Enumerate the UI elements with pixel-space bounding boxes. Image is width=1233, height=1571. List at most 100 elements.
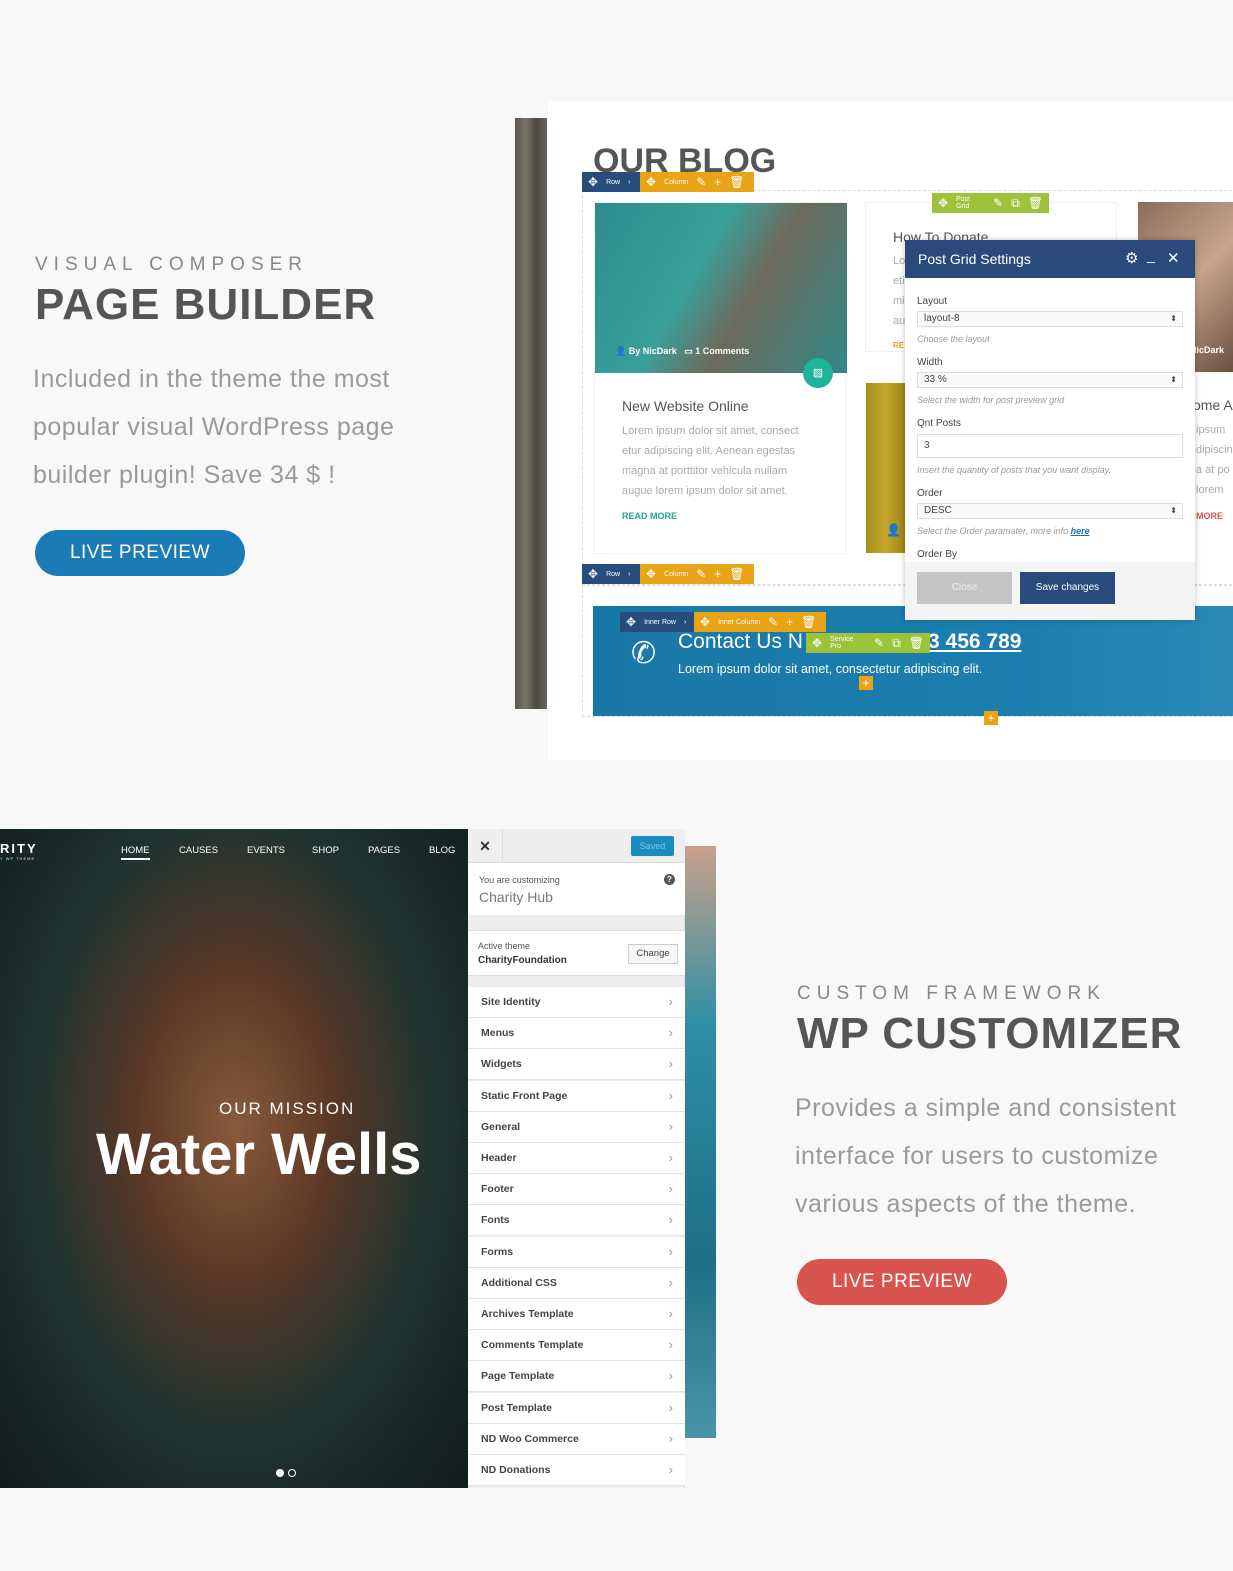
order-by-label: Order By: [917, 549, 958, 560]
service-pro-toolbar[interactable]: ✥ Service Pro ✎ ⧉ 🗑: [806, 633, 930, 653]
customizer-menu-item[interactable]: General ›: [468, 1111, 685, 1143]
add-icon[interactable]: +: [714, 567, 721, 581]
inner-row-toolbar[interactable]: ✥ Inner Row ›: [620, 612, 696, 632]
read-more-link[interactable]: MORE: [1196, 511, 1223, 521]
customizer-menu-item[interactable]: Post Template ›: [468, 1392, 685, 1424]
column-toolbar[interactable]: ✥ Column ✎ + 🗑: [640, 564, 754, 584]
menu-item-label: Fonts: [481, 1214, 510, 1227]
live-preview-button-customizer[interactable]: LIVE PREVIEW: [797, 1259, 1007, 1305]
menu-item-label: Static Front Page: [481, 1089, 568, 1102]
card-title: ome A: [1193, 397, 1233, 413]
chevron-right-icon: ›: [668, 1212, 673, 1228]
menu-item-label: ND Woo Commerce: [481, 1432, 579, 1445]
change-theme-button[interactable]: Change: [628, 944, 678, 964]
menu-item-label: Page Template: [481, 1370, 555, 1383]
saved-button[interactable]: Saved: [631, 836, 674, 856]
add-icon[interactable]: +: [714, 175, 721, 189]
slider-dot-active[interactable]: [276, 1469, 284, 1477]
qnt-posts-help: Insert the quantity of posts that you wa…: [917, 465, 1111, 475]
customizer-menu-item[interactable]: Widgets ›: [468, 1049, 685, 1081]
row-toolbar[interactable]: ✥ Row ›: [582, 564, 640, 584]
card-comments: 1 Comments: [695, 346, 750, 356]
edit-icon[interactable]: ✎: [696, 567, 706, 581]
section1-description: Included in the theme the most popular v…: [33, 355, 394, 499]
section1-kicker: VISUAL COMPOSER: [35, 254, 309, 275]
customizer-menu-item[interactable]: Menus ›: [468, 1018, 685, 1050]
customizer-menu-item[interactable]: Archives Template ›: [468, 1299, 685, 1330]
nav-causes[interactable]: CAUSES: [179, 845, 218, 856]
move-icon[interactable]: ✥: [646, 175, 656, 189]
modal-header: Post Grid Settings ⚙ _ ✕: [905, 240, 1195, 278]
contact-phone[interactable]: 3 456 789: [928, 630, 1021, 654]
close-icon[interactable]: ✕: [468, 829, 503, 863]
delete-icon[interactable]: 🗑: [1028, 196, 1043, 210]
inner-column-label: Inner Column: [718, 618, 761, 626]
customizer-menu-item[interactable]: Comments Template ›: [468, 1330, 685, 1362]
customizer-menu-item[interactable]: Fonts ›: [468, 1205, 685, 1237]
save-changes-button[interactable]: Save changes: [1020, 572, 1115, 604]
phone-icon: ✆: [631, 637, 657, 670]
add-icon[interactable]: +: [859, 676, 873, 690]
post-grid-toolbar[interactable]: ✥ Post Grid ✎ ⧉ 🗑: [932, 193, 1049, 213]
chevron-right-icon: ›: [668, 1368, 673, 1384]
customizer-menu-item[interactable]: Static Front Page ›: [468, 1080, 685, 1112]
description-line: interface for users to customize: [795, 1142, 1159, 1170]
customizer-menu-item[interactable]: Header ›: [468, 1143, 685, 1174]
delete-icon[interactable]: 🗑: [729, 175, 744, 189]
add-row-icon[interactable]: +: [984, 711, 998, 725]
chevron-right-icon: ›: [668, 994, 673, 1009]
here-link[interactable]: here: [1071, 526, 1090, 536]
row-toolbar[interactable]: ✥ Row ›: [582, 172, 640, 192]
chevron-right-icon: ›: [668, 1118, 673, 1134]
customizer-menu-item[interactable]: Page Template ›: [468, 1361, 685, 1393]
customizer-panel: ✕ Saved You are customizing Charity Hub …: [468, 829, 685, 1488]
width-select[interactable]: 33 % ⬍: [917, 372, 1183, 388]
chevron-right-icon: ›: [668, 1087, 673, 1103]
menu-item-label: Post Template: [481, 1401, 552, 1414]
delete-icon[interactable]: 🗑: [729, 567, 744, 581]
customizer-menu-item[interactable]: ND Woo Commerce ›: [468, 1423, 685, 1455]
slider-dot[interactable]: [288, 1469, 296, 1477]
clone-icon[interactable]: ⧉: [1011, 196, 1020, 211]
row-label: Row: [606, 178, 621, 186]
live-preview-button-page-builder[interactable]: LIVE PREVIEW: [35, 530, 245, 576]
move-icon[interactable]: ✥: [588, 175, 598, 189]
customizer-menu-item[interactable]: Site Identity ›: [468, 987, 685, 1018]
close-button[interactable]: Close: [917, 572, 1012, 604]
wood-strip: [515, 118, 547, 709]
nav-home[interactable]: HOME: [121, 845, 150, 860]
close-icon[interactable]: ✕: [1167, 249, 1180, 267]
edit-icon[interactable]: ✎: [993, 196, 1003, 210]
active-theme-label: Active theme: [478, 941, 531, 951]
column-toolbar[interactable]: ✥ Column ✎ + 🗑: [640, 172, 754, 192]
active-theme-section: Active theme CharityFoundation Change: [468, 930, 685, 976]
read-more-link[interactable]: READ MORE: [622, 511, 677, 521]
section1-title: PAGE BUILDER: [35, 280, 377, 329]
qnt-posts-label: Qnt Posts: [917, 418, 961, 429]
minimize-icon[interactable]: _: [1147, 247, 1155, 263]
qnt-posts-input[interactable]: 3: [917, 434, 1183, 458]
mission-label: OUR MISSION: [219, 1099, 356, 1118]
customizing-label: You are customizing: [479, 875, 560, 885]
chevron-right-icon: ›: [668, 1181, 673, 1197]
image-icon: ▨: [803, 358, 833, 388]
gear-icon[interactable]: ⚙: [1125, 249, 1138, 267]
customizer-menu-item[interactable]: Footer ›: [468, 1174, 685, 1206]
inner-column-toolbar[interactable]: ✥ Inner Column ✎ + 🗑: [694, 612, 826, 632]
help-icon[interactable]: ?: [664, 874, 675, 885]
order-select[interactable]: DESC ⬍: [917, 503, 1183, 519]
customizer-menu-item[interactable]: Forms ›: [468, 1236, 685, 1268]
layout-label: Layout: [917, 296, 948, 307]
customizer-menu-item[interactable]: Additional CSS ›: [468, 1267, 685, 1299]
site-logo[interactable]: RITY: [0, 841, 38, 856]
customizer-menu-item[interactable]: ND Donations ›: [468, 1455, 685, 1486]
edit-icon[interactable]: ✎: [696, 175, 706, 189]
nav-blog[interactable]: BLOG: [429, 845, 455, 856]
column-label: Column: [664, 570, 689, 578]
nav-events[interactable]: EVENTS: [247, 845, 285, 856]
nav-pages[interactable]: PAGES: [368, 845, 400, 856]
contact-title: Contact Us N: [678, 630, 803, 653]
layout-select[interactable]: layout-8 ⬍: [917, 311, 1183, 327]
nav-shop[interactable]: SHOP: [312, 845, 339, 856]
layout-help: Choose the layout: [917, 334, 990, 344]
